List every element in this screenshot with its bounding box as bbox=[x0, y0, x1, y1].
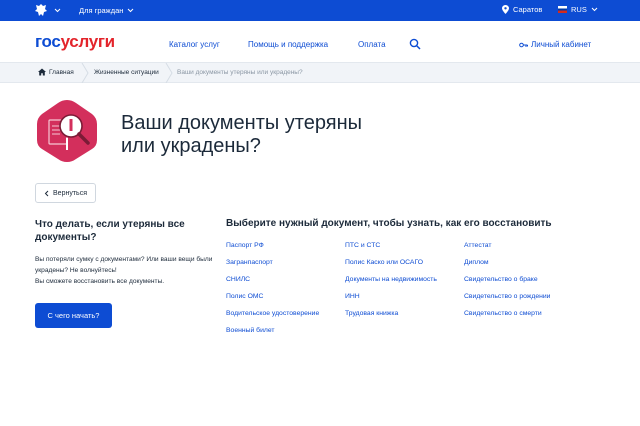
start-button[interactable]: С чего начать? bbox=[35, 303, 112, 328]
location-label: Саратов bbox=[513, 5, 543, 14]
breadcrumb-current: Ваши документы утеряны или украдены? bbox=[177, 69, 303, 76]
nav-catalog[interactable]: Каталог услуг bbox=[169, 40, 220, 49]
location-selector[interactable]: Саратов bbox=[502, 5, 542, 14]
lost-all-documents-heading: Что делать, если утеряны все документы? bbox=[35, 219, 185, 243]
personal-cabinet-link[interactable]: Личный кабинет bbox=[519, 40, 591, 49]
main-header: госуслуги Каталог услуг Помощь и поддерж… bbox=[0, 21, 640, 63]
doc-link-death[interactable]: Свидетельство о смерти bbox=[464, 309, 550, 326]
breadcrumb-life-situations[interactable]: Жизненные ситуации bbox=[94, 69, 159, 76]
page-title: Ваши документы утеряны или украдены? bbox=[121, 112, 362, 157]
documents-column-1: Паспорт РФ Загранпаспорт СНИЛС Полис ОМС… bbox=[226, 241, 319, 343]
doc-link-passport[interactable]: Паспорт РФ bbox=[226, 241, 319, 258]
breadcrumb-home[interactable]: Главная bbox=[49, 69, 74, 76]
back-button[interactable]: Вернуться bbox=[35, 183, 96, 203]
chevron-down-icon[interactable] bbox=[127, 7, 134, 14]
nav-help[interactable]: Помощь и поддержка bbox=[248, 40, 328, 49]
doc-link-birth[interactable]: Свидетельство о рождении bbox=[464, 292, 550, 309]
location-pin-icon bbox=[502, 5, 509, 14]
lost-documents-icon bbox=[37, 100, 97, 162]
home-icon[interactable] bbox=[38, 68, 46, 76]
doc-link-diploma[interactable]: Диплом bbox=[464, 258, 550, 275]
language-selector[interactable]: RUS bbox=[558, 5, 598, 14]
choose-document-heading: Выберите нужный документ, чтобы узнать, … bbox=[226, 218, 552, 229]
doc-link-driver-license[interactable]: Водительское удостоверение bbox=[226, 309, 319, 326]
doc-link-inn[interactable]: ИНН bbox=[345, 292, 437, 309]
russian-flag-icon bbox=[558, 6, 567, 13]
chevron-down-icon bbox=[591, 7, 598, 12]
doc-link-oms[interactable]: Полис ОМС bbox=[226, 292, 319, 309]
search-icon[interactable] bbox=[409, 38, 421, 50]
back-button-label: Вернуться bbox=[53, 189, 87, 197]
audience-selector[interactable]: Для граждан bbox=[79, 6, 123, 15]
language-label: RUS bbox=[571, 5, 587, 14]
gosuslugi-logo[interactable]: госуслуги bbox=[35, 32, 115, 52]
doc-link-pts-sts[interactable]: ПТС и СТС bbox=[345, 241, 437, 258]
doc-link-certificate[interactable]: Аттестат bbox=[464, 241, 550, 258]
doc-link-property[interactable]: Документы на недвижимость bbox=[345, 275, 437, 292]
doc-link-military-id[interactable]: Военный билет bbox=[226, 326, 319, 343]
coat-of-arms-icon[interactable] bbox=[34, 3, 48, 17]
chevron-left-icon bbox=[44, 190, 49, 196]
key-icon bbox=[519, 42, 528, 47]
breadcrumb-separator bbox=[81, 63, 89, 83]
chevron-down-icon[interactable] bbox=[54, 7, 61, 14]
nav-payment[interactable]: Оплата bbox=[358, 40, 386, 49]
documents-column-2: ПТС и СТС Полис Каско или ОСАГО Документ… bbox=[345, 241, 437, 326]
doc-link-snils[interactable]: СНИЛС bbox=[226, 275, 319, 292]
doc-link-work-book[interactable]: Трудовая книжка bbox=[345, 309, 437, 326]
breadcrumb: Главная Жизненные ситуации Ваши документ… bbox=[0, 63, 640, 83]
lost-all-documents-text: Вы потеряли сумку с документами? Или ваш… bbox=[35, 256, 213, 285]
doc-link-foreign-passport[interactable]: Загранпаспорт bbox=[226, 258, 319, 275]
doc-link-marriage[interactable]: Свидетельство о браке bbox=[464, 275, 550, 292]
doc-link-kasko-osago[interactable]: Полис Каско или ОСАГО bbox=[345, 258, 437, 275]
breadcrumb-separator bbox=[165, 63, 173, 83]
top-bar: Для граждан Саратов RUS bbox=[0, 0, 640, 21]
documents-column-3: Аттестат Диплом Свидетельство о браке Св… bbox=[464, 241, 550, 326]
cabinet-label: Личный кабинет bbox=[531, 40, 592, 49]
